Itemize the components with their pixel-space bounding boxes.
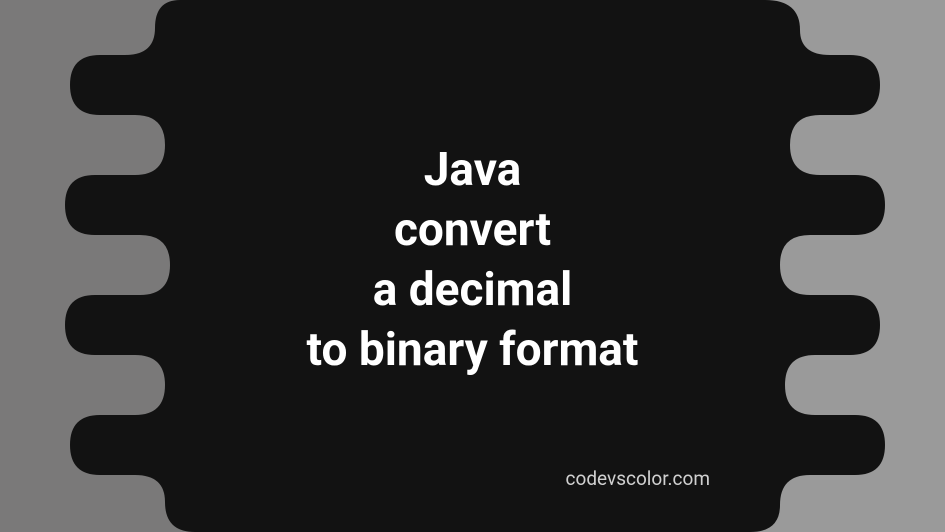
content-area: Java convert a decimal to binary format [0, 0, 945, 532]
title-line-3: a decimal [307, 261, 639, 321]
title-line-4: to binary format [307, 321, 639, 381]
watermark-text: codevscolor.com [566, 467, 710, 490]
title-line-1: Java [307, 141, 639, 201]
main-title: Java convert a decimal to binary format [307, 141, 639, 380]
title-line-2: convert [307, 201, 639, 261]
